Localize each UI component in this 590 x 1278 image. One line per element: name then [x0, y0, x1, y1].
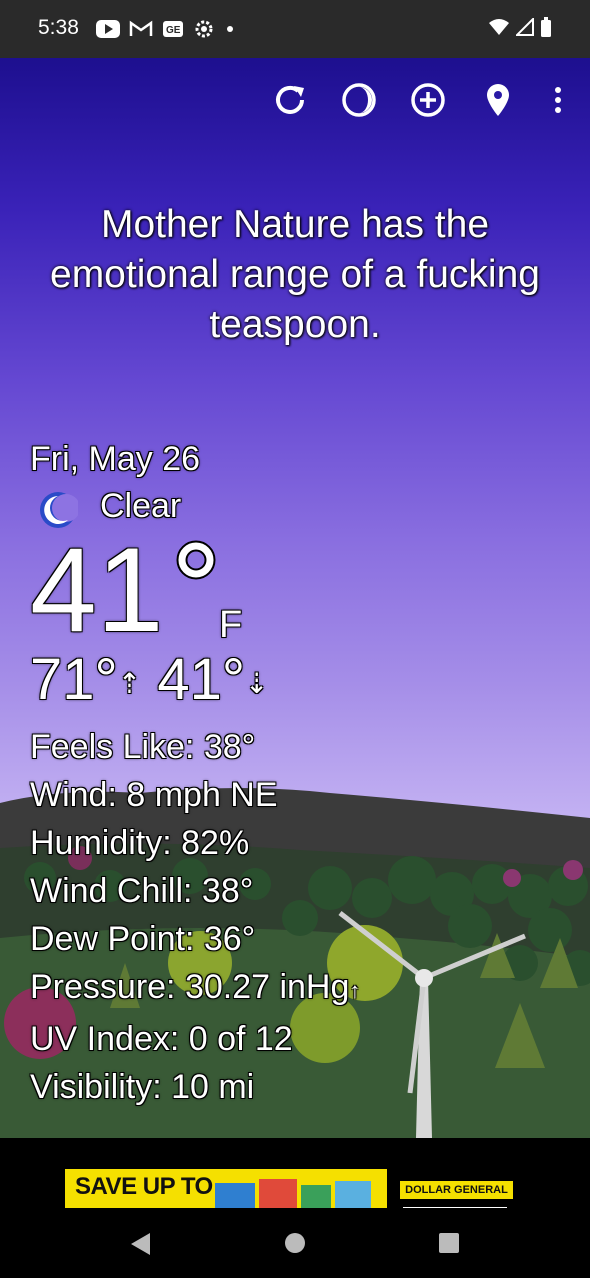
add-location-icon[interactable] [408, 80, 448, 120]
feels-like-row: Feels Like: 38° [30, 728, 256, 766]
gmail-icon [129, 20, 153, 36]
status-time: 5:38 [38, 16, 79, 39]
snarky-quote: Mother Nature has the emotional range of… [50, 203, 540, 346]
back-button[interactable] [128, 1231, 152, 1257]
wind-chill-row: Wind Chill: 38° [30, 872, 254, 910]
arrow-down-icon: ⇣ [245, 667, 269, 699]
youtube-icon [96, 20, 120, 38]
dew-point-row: Dew Point: 36° [30, 920, 256, 958]
weather-details: Feels Like: 38° Wind: 8 mph NE Humidity:… [30, 723, 360, 1111]
low-temperature: 41° [157, 647, 246, 712]
humidity-row: Humidity: 82% [30, 824, 250, 862]
wifi-icon [489, 19, 509, 35]
condition-label: Clear [100, 487, 182, 525]
location-pin-icon[interactable] [478, 80, 518, 120]
settings-gear-icon [195, 20, 213, 38]
wind-row: Wind: 8 mph NE [30, 776, 278, 814]
moon-phase-icon[interactable] [339, 80, 379, 120]
pressure-value: Pressure: 30.27 inHg [30, 968, 350, 1006]
temperature-unit: F [219, 604, 243, 646]
date-label: Fri, May 26 [30, 440, 201, 478]
news-icon: GE [163, 21, 183, 37]
pressure-rising-icon: ↑ [349, 978, 361, 1003]
current-temperature: 41 [30, 523, 164, 657]
visibility-row: Visibility: 10 mi [30, 1068, 255, 1106]
dot-icon [227, 26, 233, 32]
high-low: 71°⇡ 41°⇣ [30, 648, 269, 716]
cell-signal-icon [516, 18, 534, 36]
ad-brand-logo[interactable]: DOLLAR GENERAL [400, 1181, 513, 1199]
high-temperature: 71° [30, 647, 118, 712]
status-bar: 5:38 GE [0, 0, 590, 58]
recents-button[interactable] [437, 1231, 461, 1255]
svg-text:GE: GE [166, 25, 181, 36]
ad-headline: SAVE UP TO [75, 1173, 213, 1200]
battery-icon [541, 17, 551, 37]
uv-index-row: UV Index: 0 of 12 [30, 1020, 293, 1058]
ad-product-image [215, 1179, 371, 1209]
pressure-row: Pressure: 30.27 inHg↑ [30, 963, 360, 1015]
navigation-bar [0, 1208, 590, 1278]
more-vert-icon[interactable] [538, 80, 578, 120]
arrow-up-icon: ⇡ [117, 667, 142, 699]
notification-icons: GE [96, 18, 236, 40]
system-icons [488, 17, 552, 37]
degree-symbol-icon [176, 540, 216, 580]
home-button[interactable] [283, 1231, 307, 1255]
refresh-icon[interactable] [270, 80, 310, 120]
ad-banner[interactable]: SAVE UP TO [65, 1169, 387, 1209]
